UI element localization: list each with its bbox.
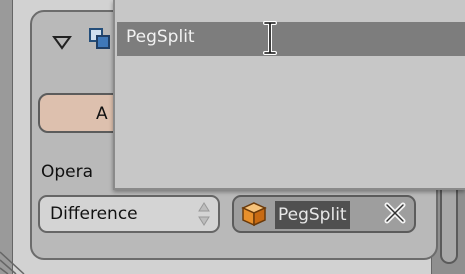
apply-button-label: A xyxy=(96,104,108,124)
operation-label: Opera xyxy=(41,162,94,182)
disclosure-triangle-down-icon[interactable] xyxy=(52,32,72,52)
operation-select-value: Difference xyxy=(50,204,138,224)
up-down-arrows-icon xyxy=(198,202,210,226)
modifier-type-icon xyxy=(89,28,110,49)
object-field-value: PegSplit xyxy=(275,201,350,229)
text-i-beam-cursor-icon xyxy=(263,21,277,55)
corner-resize-grip-icon[interactable] xyxy=(0,246,30,274)
popup-list-item-label: PegSplit xyxy=(126,27,195,47)
mesh-cube-icon xyxy=(241,202,267,227)
clear-x-icon[interactable] xyxy=(382,200,408,226)
